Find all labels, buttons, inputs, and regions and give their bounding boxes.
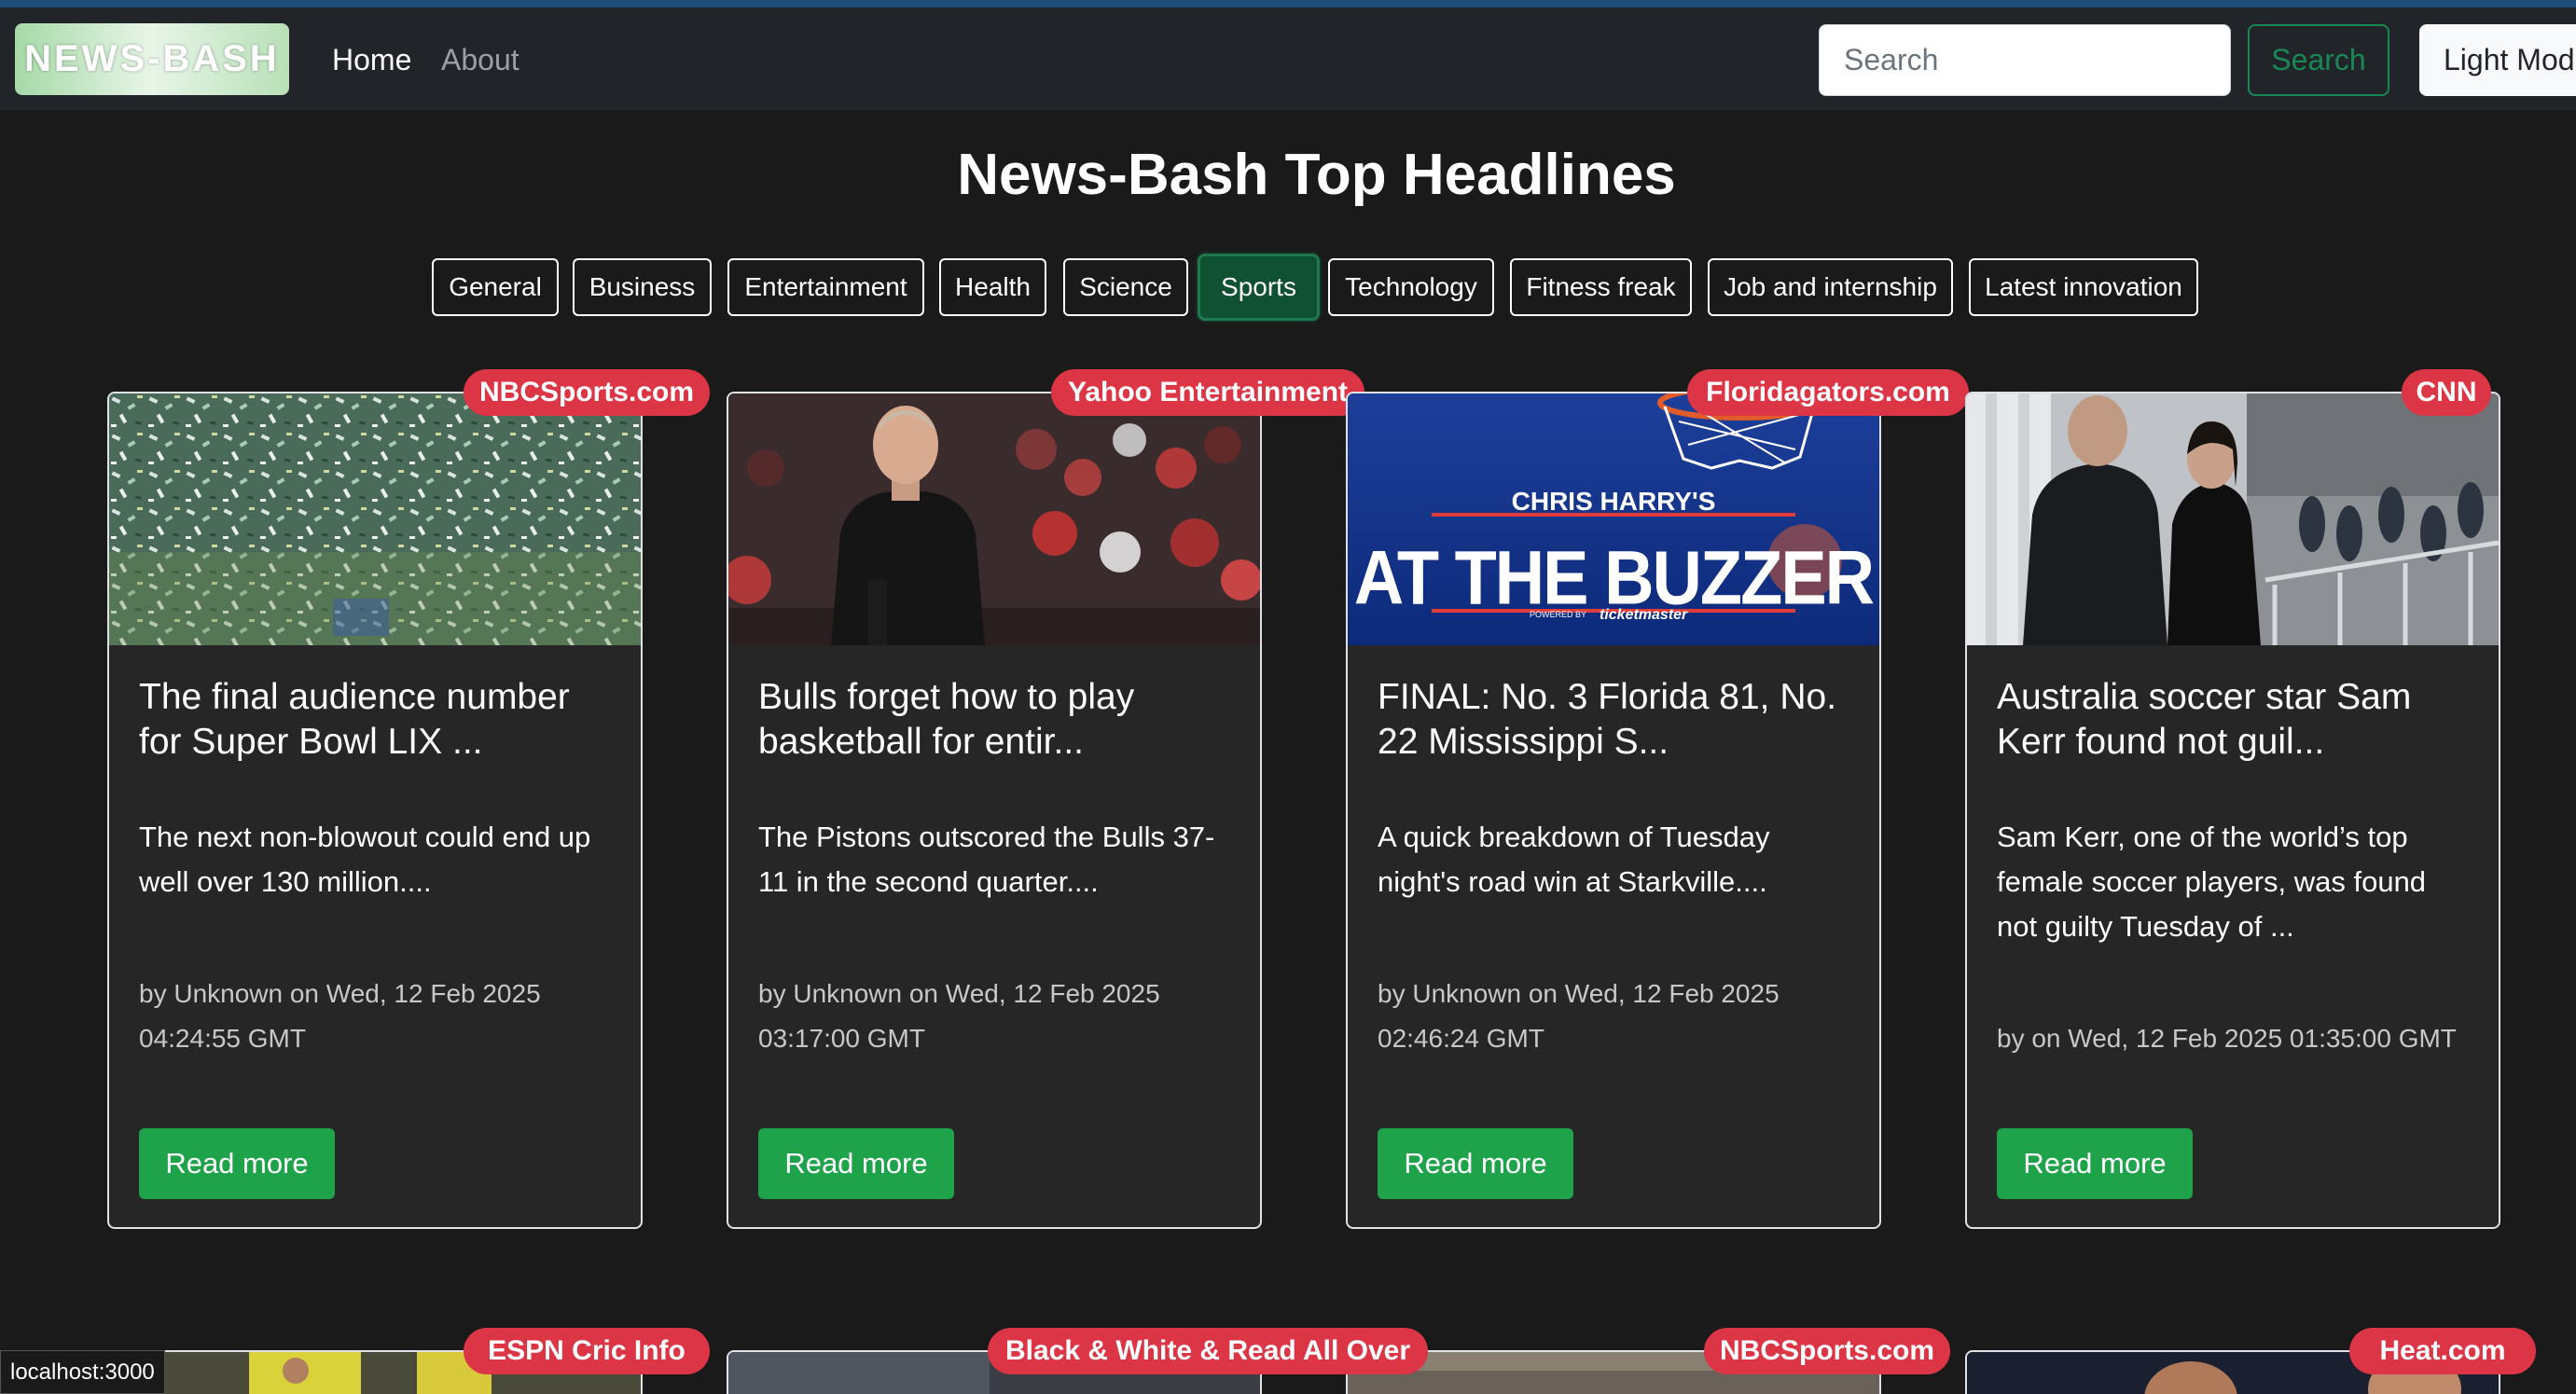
nav-link-about[interactable]: About xyxy=(441,43,519,77)
category-entertainment[interactable]: Entertainment xyxy=(727,258,924,316)
category-sports[interactable]: Sports xyxy=(1198,254,1320,321)
category-business[interactable]: Business xyxy=(573,258,712,316)
article-meta: by on Wed, 12 Feb 2025 01:35:00 GMT xyxy=(1997,1024,2457,1053)
article-image: CHRIS HARRY'S AT THE BUZZER POWERED BY t… xyxy=(1348,393,1879,645)
nav-link-home[interactable]: Home xyxy=(332,43,411,77)
page-title: News-Bash Top Headlines xyxy=(957,143,1676,207)
read-more-button[interactable]: Read more xyxy=(1997,1128,2193,1199)
article-meta: by Unknown on Wed, 12 Feb 2025 04:24:55 … xyxy=(139,979,541,1053)
read-more-button[interactable]: Read more xyxy=(139,1128,335,1199)
category-technology[interactable]: Technology xyxy=(1328,258,1494,316)
article-title: The final audience number for Super Bowl… xyxy=(139,677,570,762)
article-image xyxy=(1967,393,2499,645)
category-job-and-internship[interactable]: Job and internship xyxy=(1708,258,1953,316)
status-bar-url: localhost:3000 xyxy=(0,1350,165,1394)
source-badge: NBCSports.com xyxy=(1704,1328,1950,1374)
source-badge: Heat.com xyxy=(2349,1328,2536,1374)
search-input[interactable] xyxy=(1819,24,2231,96)
category-general[interactable]: General xyxy=(432,258,559,316)
news-card: CHRIS HARRY'S AT THE BUZZER POWERED BY t… xyxy=(1346,392,1881,1229)
source-badge: Floridagators.com xyxy=(1687,369,1969,416)
navbar: NEWS-BASH Home About Search Light Mod xyxy=(0,7,2576,110)
category-fitness-freak[interactable]: Fitness freak xyxy=(1510,258,1692,316)
article-description: A quick breakdown of Tuesday night's roa… xyxy=(1378,821,1770,898)
search-button[interactable]: Search xyxy=(2248,24,2389,96)
article-meta: by Unknown on Wed, 12 Feb 2025 02:46:24 … xyxy=(1378,979,1780,1053)
top-accent-line xyxy=(0,0,2576,7)
article-meta: by Unknown on Wed, 12 Feb 2025 03:17:00 … xyxy=(758,979,1160,1053)
article-description: Sam Kerr, one of the world’s top female … xyxy=(1997,821,2427,943)
read-more-button[interactable]: Read more xyxy=(758,1128,954,1199)
article-title: Australia soccer star Sam Kerr found not… xyxy=(1997,677,2412,762)
ticketmaster-logo: ticketmaster xyxy=(1600,607,1688,623)
source-badge: Yahoo Entertainment xyxy=(1051,369,1364,416)
source-badge: ESPN Cric Info xyxy=(464,1328,710,1374)
news-card: Australia soccer star Sam Kerr found not… xyxy=(1965,392,2500,1229)
brand-logo[interactable]: NEWS-BASH xyxy=(15,23,289,95)
article-image xyxy=(728,393,1260,645)
article-description: The Pistons outscored the Bulls 37-11 in… xyxy=(758,821,1215,898)
category-science[interactable]: Science xyxy=(1063,258,1188,316)
source-badge: NBCSports.com xyxy=(464,369,710,416)
article-title: FINAL: No. 3 Florida 81, No. 22 Mississi… xyxy=(1378,677,1837,762)
news-card: Bulls forget how to play basketball for … xyxy=(727,392,1262,1229)
category-latest-innovation[interactable]: Latest innovation xyxy=(1969,258,2198,316)
article-title: Bulls forget how to play basketball for … xyxy=(758,677,1135,762)
category-health[interactable]: Health xyxy=(939,258,1046,316)
source-badge: Black & White & Read All Over xyxy=(988,1328,1428,1374)
powered-by-text: POWERED BY xyxy=(1530,610,1586,619)
article-image xyxy=(109,393,641,645)
buzzer-top-text: CHRIS HARRY'S xyxy=(1512,487,1716,516)
source-badge: CNN xyxy=(2402,369,2491,416)
read-more-button[interactable]: Read more xyxy=(1378,1128,1573,1199)
news-card: The final audience number for Super Bowl… xyxy=(107,392,643,1229)
article-description: The next non-blowout could end up well o… xyxy=(139,821,591,898)
light-mode-button[interactable]: Light Mod xyxy=(2419,24,2576,96)
